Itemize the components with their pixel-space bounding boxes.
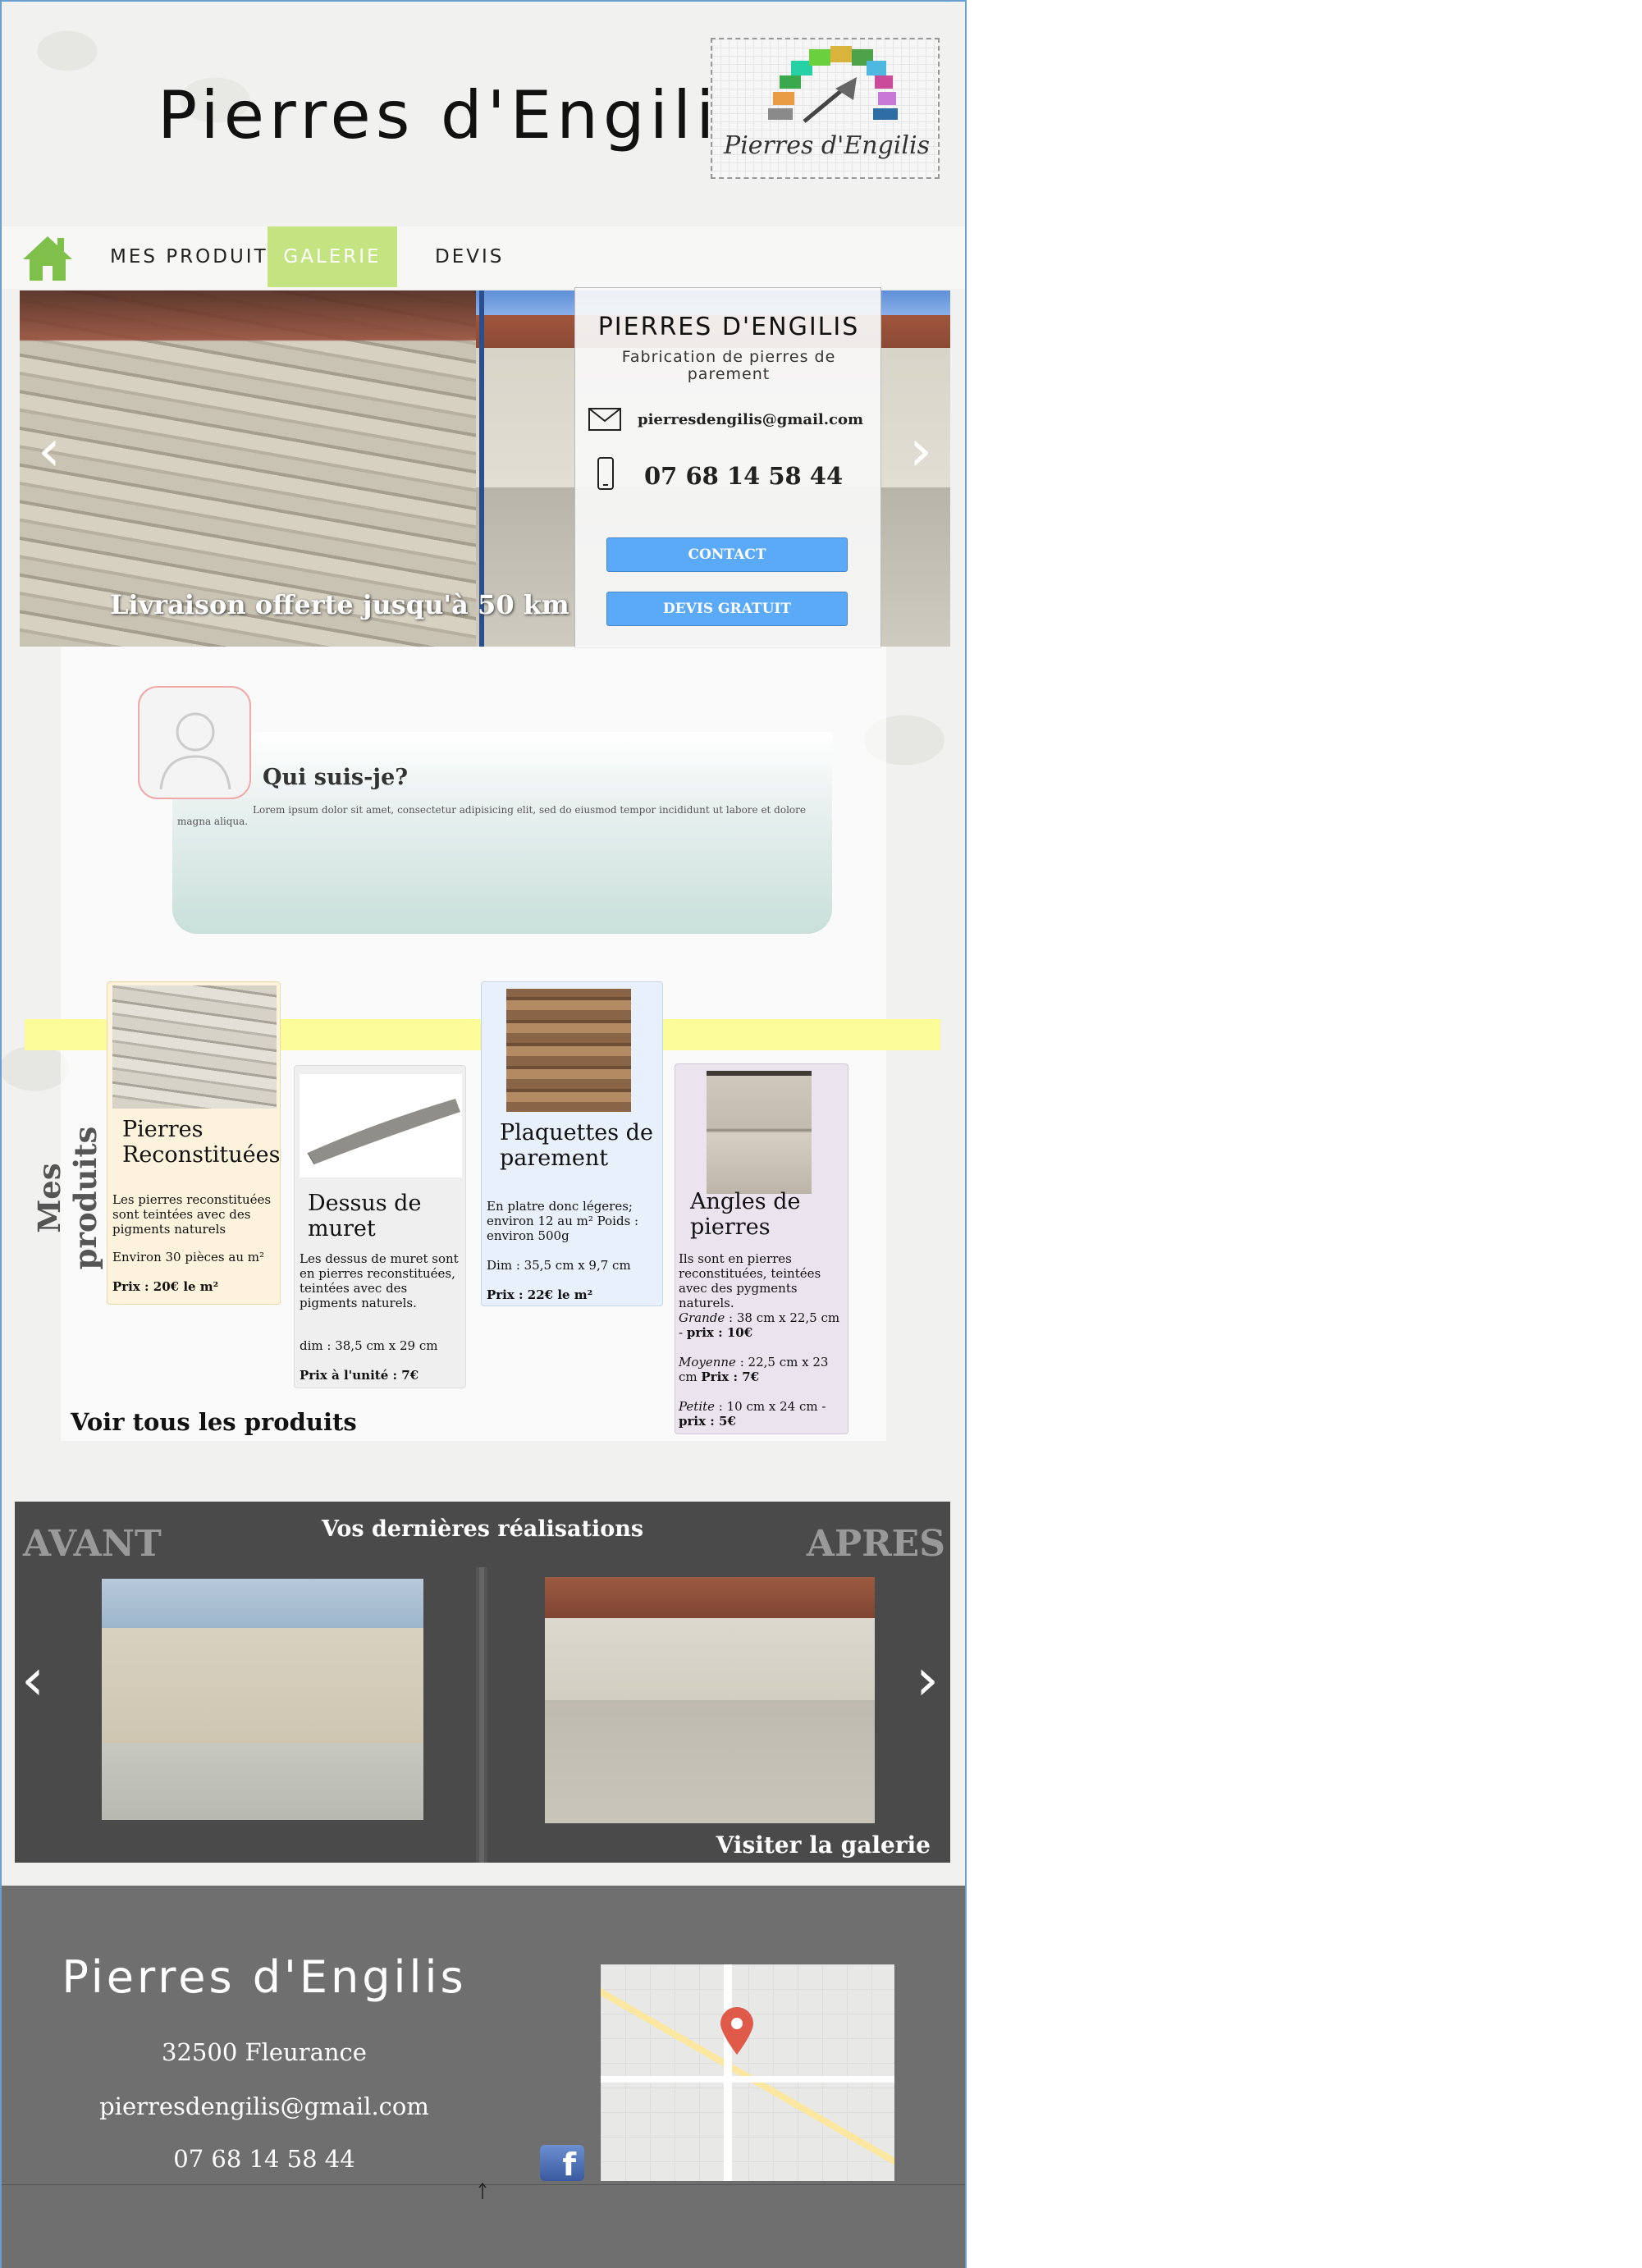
hero-caption: Livraison offerte jusqu'à 50 km <box>110 589 569 620</box>
before-image <box>102 1579 423 1820</box>
scroll-top-icon[interactable] <box>478 2181 487 2201</box>
product-name: Pierres Reconstituées <box>122 1117 281 1168</box>
nav-item-devis[interactable]: DEVIS <box>435 226 504 287</box>
facebook-icon[interactable]: f <box>540 2145 584 2183</box>
product-price: Prix : 22€ le m² <box>487 1287 593 1302</box>
about-box <box>172 732 832 934</box>
product-price: Prix à l'unité : 7€ <box>300 1368 419 1383</box>
map-pin-icon <box>720 2007 753 2055</box>
product-image <box>707 1071 812 1194</box>
before-label: AVANT <box>23 1523 162 1565</box>
product-desc: Les dessus de muret sont en pierres reco… <box>300 1251 459 1310</box>
gallery-divider <box>476 1567 487 1863</box>
main-nav: MES PRODUITS GALERIE DEVIS <box>2 226 965 289</box>
phone-icon <box>597 457 614 490</box>
footer-city: 32500 Fleurance <box>162 2038 367 2066</box>
contact-card-subtitle: Fabrication de pierres de parement <box>621 348 836 383</box>
product-name: Dessus de muret <box>308 1191 422 1241</box>
product-card-plaquettes-de-parement[interactable]: Plaquettes de parement En platre donc lé… <box>481 981 663 1306</box>
contact-card-title: PIERRES D'ENGILIS <box>597 313 860 341</box>
location-map[interactable] <box>601 1964 894 2181</box>
user-icon <box>159 712 231 790</box>
contact-email[interactable]: pierresdengilis@gmail.com <box>638 411 863 428</box>
mail-icon <box>588 408 621 431</box>
product-image <box>112 985 277 1109</box>
footer-phone[interactable]: 07 68 14 58 44 <box>2 2145 527 2173</box>
product-qty: Environ 30 pièces au m² <box>112 1250 264 1264</box>
site-title: Pierres d'Engilis <box>158 77 759 153</box>
product-desc: En platre donc légeres; environ 12 au m²… <box>487 1199 639 1243</box>
footer-title: Pierres d'Engilis <box>62 1951 467 2003</box>
realisations-next-arrow[interactable]: › <box>916 1651 939 1708</box>
logo-text: Pierres d'Engilis <box>724 131 930 160</box>
after-image <box>545 1577 875 1823</box>
visiter-la-galerie-link[interactable]: Visiter la galerie <box>716 1831 931 1859</box>
voir-tous-les-produits-link[interactable]: Voir tous les produits <box>71 1408 357 1436</box>
product-dim: dim : 38,5 cm x 29 cm <box>300 1338 438 1353</box>
product-size-petite: Petite : 10 cm x 24 cm - prix : 5€ <box>679 1399 826 1429</box>
about-title: Qui suis-je? <box>263 765 409 790</box>
realisations-panel: Vos dernières réalisations AVANT APRES ‹… <box>15 1502 950 1863</box>
about-text: Lorem ipsum dolor sit amet, consectetur … <box>177 804 806 827</box>
contact-card: PIERRES D'ENGILIS Fabrication de pierres… <box>574 287 881 648</box>
devis-gratuit-button[interactable]: DEVIS GRATUIT <box>606 592 848 626</box>
product-name: Plaquettes de parement <box>500 1120 653 1171</box>
contact-button[interactable]: CONTACT <box>606 537 848 572</box>
footer: Pierres d'Engilis 32500 Fleurance pierre… <box>2 1886 965 2268</box>
logo[interactable]: Pierres d'Engilis <box>711 38 940 179</box>
hero-next-arrow[interactable]: › <box>909 422 932 479</box>
products-section-label: Mes produits <box>31 1126 103 1270</box>
product-price: Prix : 20€ le m² <box>112 1279 219 1294</box>
product-desc: Ils sont en pierres reconstituées, teint… <box>679 1251 821 1310</box>
product-name: Angles de pierres <box>690 1189 801 1240</box>
product-image <box>506 989 631 1112</box>
hero-prev-arrow[interactable]: ‹ <box>38 422 61 479</box>
after-label: APRES <box>806 1523 945 1565</box>
page: Pierres d'Engilis Pierres d'Engilis MES … <box>0 0 967 2268</box>
product-dim: Dim : 35,5 cm x 9,7 cm <box>487 1258 631 1273</box>
nav-item-mes-produits[interactable]: MES PRODUITS <box>110 226 282 287</box>
realisations-prev-arrow[interactable]: ‹ <box>21 1651 44 1708</box>
home-icon[interactable] <box>21 233 74 282</box>
nav-item-galerie[interactable]: GALERIE <box>268 226 397 287</box>
product-desc: Les pierres reconstituées sont teintées … <box>112 1192 272 1237</box>
product-size-grande: Grande : 38 cm x 22,5 cm - prix : 10€ <box>679 1310 840 1340</box>
product-card-dessus-de-muret[interactable]: Dessus de muret Les dessus de muret sont… <box>294 1065 466 1388</box>
logo-arch-icon <box>768 46 898 123</box>
product-size-moyenne: Moyenne : 22,5 cm x 23 cm Prix : 7€ <box>679 1355 829 1384</box>
product-card-angles-de-pierres[interactable]: Angles de pierres Ils sont en pierres re… <box>675 1063 848 1434</box>
product-image <box>300 1074 462 1177</box>
avatar <box>138 686 251 799</box>
product-card-pierres-reconstituees[interactable]: Pierres Reconstituées Les pierres recons… <box>107 981 281 1305</box>
footer-email[interactable]: pierresdengilis@gmail.com <box>2 2092 527 2120</box>
contact-phone[interactable]: 07 68 14 58 44 <box>644 462 843 490</box>
